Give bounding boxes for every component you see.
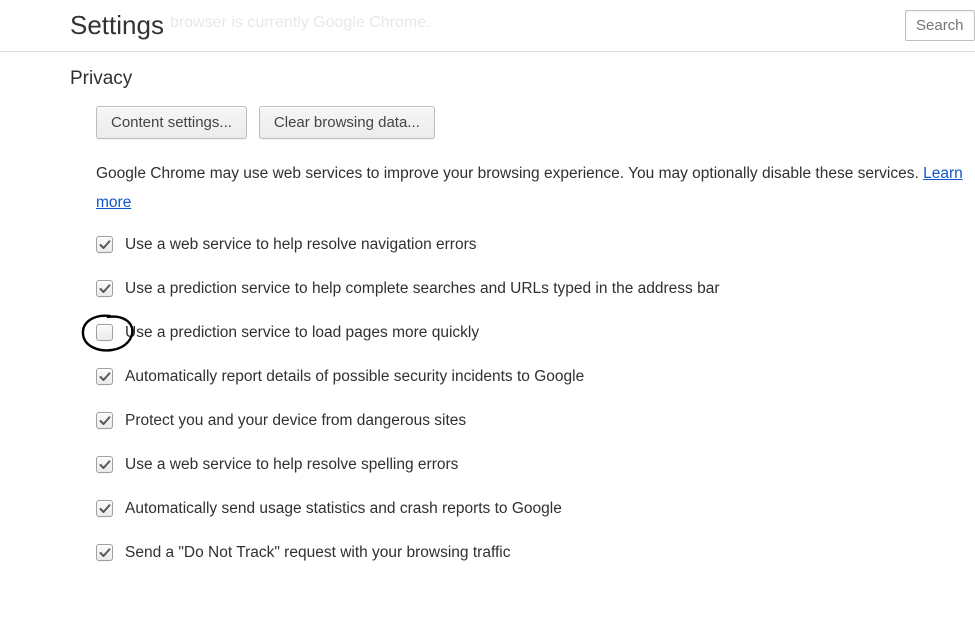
checkbox-checked-icon[interactable] [96, 368, 113, 385]
checkbox-checked-icon[interactable] [96, 236, 113, 253]
checkbox-checked-icon[interactable] [96, 412, 113, 429]
privacy-info-part1: Google Chrome may use web services to im… [96, 165, 923, 182]
checkbox-checked-icon[interactable] [96, 500, 113, 517]
checkbox-label[interactable]: Automatically report details of possible… [125, 368, 584, 386]
privacy-info-text: Google Chrome may use web services to im… [96, 159, 975, 218]
search-input[interactable] [905, 10, 975, 41]
checkbox-row: Send a "Do Not Track" request with your … [96, 544, 975, 562]
checkbox-label[interactable]: Send a "Do Not Track" request with your … [125, 544, 510, 562]
content-settings-button[interactable]: Content settings... [96, 106, 247, 139]
checkbox-label[interactable]: Use a prediction service to load pages m… [125, 324, 479, 342]
checkbox-label[interactable]: Use a web service to help resolve naviga… [125, 236, 477, 254]
ghost-previous-text: browser is currently Google Chrome. [170, 14, 431, 32]
checkbox-checked-icon[interactable] [96, 544, 113, 561]
checkbox-row: Use a prediction service to load pages m… [96, 324, 975, 342]
checkbox-label[interactable]: Automatically send usage statistics and … [125, 500, 562, 518]
checkbox-row: Use a web service to help resolve spelli… [96, 456, 975, 474]
privacy-checkbox-list: Use a web service to help resolve naviga… [96, 236, 975, 562]
checkbox-label[interactable]: Use a web service to help resolve spelli… [125, 456, 458, 474]
checkbox-checked-icon[interactable] [96, 456, 113, 473]
checkbox-unchecked-icon[interactable] [96, 324, 113, 341]
header-bar: browser is currently Google Chrome. Sett… [0, 0, 975, 52]
checkbox-row: Use a web service to help resolve naviga… [96, 236, 975, 254]
checkbox-row: Automatically report details of possible… [96, 368, 975, 386]
checkbox-label[interactable]: Use a prediction service to help complet… [125, 280, 720, 298]
section-title-privacy: Privacy [70, 68, 975, 90]
privacy-button-row: Content settings... Clear browsing data.… [96, 106, 975, 139]
clear-browsing-data-button[interactable]: Clear browsing data... [259, 106, 435, 139]
page-title: Settings [70, 10, 164, 41]
checkbox-row: Automatically send usage statistics and … [96, 500, 975, 518]
privacy-section: Privacy Content settings... Clear browsi… [0, 52, 975, 562]
checkbox-label[interactable]: Protect you and your device from dangero… [125, 412, 466, 430]
checkbox-checked-icon[interactable] [96, 280, 113, 297]
checkbox-row: Protect you and your device from dangero… [96, 412, 975, 430]
checkbox-row: Use a prediction service to help complet… [96, 280, 975, 298]
